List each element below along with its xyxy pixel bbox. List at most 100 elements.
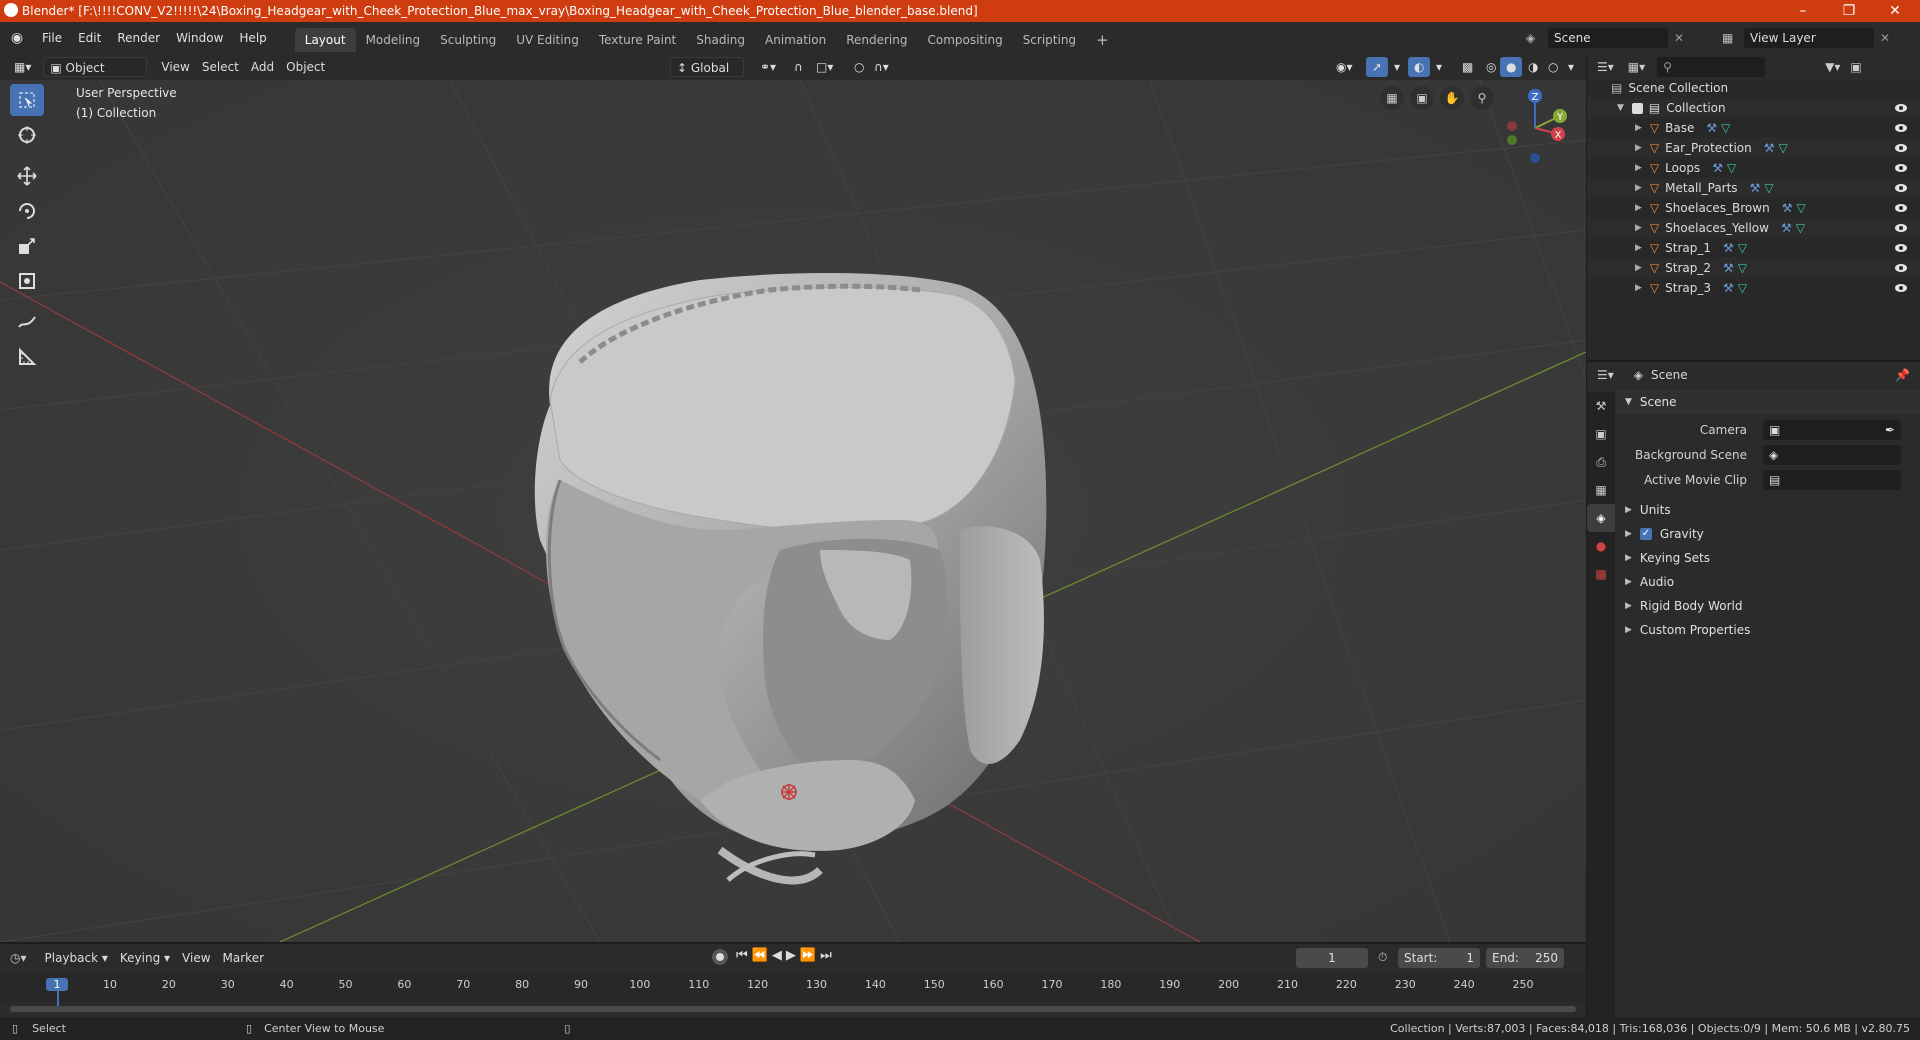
- eye-icon[interactable]: [1894, 163, 1908, 173]
- add-menu[interactable]: Add: [245, 57, 280, 77]
- camera-view-icon[interactable]: ▣: [1410, 86, 1434, 110]
- mesh-data-icon[interactable]: ▽: [1796, 201, 1805, 215]
- outliner-object-row[interactable]: ▶ ▽ Strap_2 ⚒ ▽: [1587, 258, 1920, 278]
- timeline-scrollbar[interactable]: [10, 1006, 1576, 1012]
- eye-icon[interactable]: [1894, 283, 1908, 293]
- mesh-data-icon[interactable]: ▽: [1738, 261, 1747, 275]
- playback-menu[interactable]: Playback ▾: [39, 948, 114, 968]
- overlay-toggle-icon[interactable]: ◐: [1408, 57, 1431, 77]
- properties-panel-custom-properties[interactable]: ▶ Custom Properties: [1615, 618, 1920, 642]
- snap-icon[interactable]: ∩: [788, 57, 809, 77]
- close-button[interactable]: ✕: [1872, 0, 1918, 22]
- select-menu[interactable]: Select: [196, 57, 245, 77]
- modifier-wrench-icon[interactable]: ⚒: [1781, 221, 1792, 235]
- start-frame-field[interactable]: Start: 1: [1398, 948, 1480, 968]
- mesh-data-icon[interactable]: ▽: [1721, 121, 1730, 135]
- keying-menu[interactable]: Keying ▾: [114, 948, 176, 968]
- properties-panel-units[interactable]: ▶ Units: [1615, 498, 1920, 522]
- close-view-layer-icon[interactable]: ✕: [1880, 31, 1890, 45]
- visibility-icon[interactable]: ◉▾: [1330, 57, 1359, 77]
- camera-field[interactable]: ▣ ✒: [1763, 420, 1901, 440]
- tool-tab[interactable]: ⚒: [1587, 392, 1615, 420]
- tab-rendering[interactable]: Rendering: [836, 28, 917, 52]
- add-workspace-icon[interactable]: +: [1086, 28, 1119, 52]
- tab-modeling[interactable]: Modeling: [356, 28, 431, 52]
- view-layer-field[interactable]: View Layer: [1744, 28, 1874, 48]
- render-tab[interactable]: ▣: [1587, 420, 1615, 448]
- gizmo-toggle-icon[interactable]: ➚: [1366, 57, 1389, 77]
- editor-type-icon[interactable]: ▦▾: [8, 57, 37, 77]
- modifier-wrench-icon[interactable]: ⚒: [1782, 201, 1793, 215]
- scene-section-header[interactable]: ▼ Scene: [1615, 390, 1920, 414]
- tab-sculpting[interactable]: Sculpting: [430, 28, 506, 52]
- orientation-gizmo[interactable]: Z Y X: [1500, 88, 1570, 168]
- eye-icon[interactable]: [1894, 183, 1908, 193]
- expand-arrow-icon[interactable]: ▼: [1617, 103, 1624, 113]
- collection-checkbox[interactable]: [1631, 102, 1643, 114]
- menu-file[interactable]: File: [34, 22, 70, 54]
- close-scene-icon[interactable]: ✕: [1674, 31, 1684, 45]
- expand-arrow-icon[interactable]: ▶: [1635, 243, 1642, 253]
- modifier-wrench-icon[interactable]: ⚒: [1706, 121, 1717, 135]
- modifier-wrench-icon[interactable]: ⚒: [1750, 181, 1761, 195]
- move-tool[interactable]: [10, 160, 44, 192]
- properties-panel-rigid-body-world[interactable]: ▶ Rigid Body World: [1615, 594, 1920, 618]
- timeline-view-menu[interactable]: View: [176, 948, 216, 968]
- annotate-tool[interactable]: [10, 306, 44, 338]
- gravity-checkbox[interactable]: ✓: [1639, 528, 1652, 540]
- minimize-button[interactable]: –: [1780, 0, 1826, 22]
- falloff-icon[interactable]: ∩▾: [868, 57, 895, 77]
- frame-ruler[interactable]: 1 10 20 30 40 50 60 70 80 90 100 110 120 130 140 150 160…: [0, 972, 1586, 1006]
- movie-clip-field[interactable]: ▤: [1763, 470, 1901, 490]
- tab-shading[interactable]: Shading: [686, 28, 755, 52]
- mesh-data-icon[interactable]: ▽: [1727, 161, 1736, 175]
- tab-texture-paint[interactable]: Texture Paint: [589, 28, 686, 52]
- outliner-object-row[interactable]: ▶ ▽ Metall_Parts ⚒ ▽: [1587, 178, 1920, 198]
- transform-tool[interactable]: [10, 265, 44, 297]
- outliner-object-row[interactable]: ▶ ▽ Loops ⚒ ▽: [1587, 158, 1920, 178]
- mesh-data-icon[interactable]: ▽: [1779, 141, 1788, 155]
- grid-view-icon[interactable]: ▦: [1380, 86, 1404, 110]
- properties-panel-gravity[interactable]: ▶ ✓ Gravity: [1615, 522, 1920, 546]
- expand-arrow-icon[interactable]: ▶: [1635, 143, 1642, 153]
- scene-selector[interactable]: ◈ Scene ✕: [1526, 27, 1702, 49]
- modifier-wrench-icon[interactable]: ⚒: [1764, 141, 1775, 155]
- display-mode-icon[interactable]: ▦▾: [1628, 60, 1645, 74]
- zoom-icon[interactable]: ⚲: [1470, 86, 1494, 110]
- tab-scripting[interactable]: Scripting: [1013, 28, 1086, 52]
- gizmo-dropdown-icon[interactable]: ▾: [1388, 57, 1406, 77]
- hand-pan-icon[interactable]: ✋: [1440, 86, 1464, 110]
- measure-tool[interactable]: [10, 341, 44, 373]
- view-layer-selector[interactable]: ▦ View Layer ✕: [1722, 27, 1912, 49]
- shading-dropdown-icon[interactable]: ▾: [1562, 57, 1580, 77]
- new-collection-icon[interactable]: ▣: [1850, 60, 1861, 74]
- record-icon[interactable]: [712, 949, 728, 965]
- blender-menu-icon[interactable]: ◉: [0, 30, 34, 46]
- outliner-object-row[interactable]: ▶ ▽ Shoelaces_Brown ⚒ ▽: [1587, 198, 1920, 218]
- playback-controls[interactable]: ⏮⏪◀▶⏩⏭: [736, 948, 836, 963]
- menu-window[interactable]: Window: [168, 22, 231, 54]
- expand-arrow-icon[interactable]: ▶: [1635, 123, 1642, 133]
- scene-tab[interactable]: ◈: [1587, 504, 1615, 532]
- texture-tab[interactable]: ▩: [1587, 560, 1615, 588]
- mode-dropdown[interactable]: ▣ Object Mode ▾: [43, 57, 148, 95]
- current-frame-field[interactable]: 1: [1296, 948, 1368, 968]
- menu-help[interactable]: Help: [231, 22, 274, 54]
- modifier-wrench-icon[interactable]: ⚒: [1723, 241, 1734, 255]
- outliner-object-row[interactable]: ▶ ▽ Strap_3 ⚒ ▽: [1587, 278, 1920, 298]
- output-tab[interactable]: ⎙: [1587, 448, 1615, 476]
- outliner-object-row[interactable]: ▶ ▽ Shoelaces_Yellow ⚒ ▽: [1587, 218, 1920, 238]
- pin-icon[interactable]: 📌: [1895, 368, 1910, 382]
- expand-arrow-icon[interactable]: ▶: [1635, 263, 1642, 273]
- eye-icon[interactable]: [1894, 243, 1908, 253]
- tab-layout[interactable]: Layout: [294, 28, 356, 52]
- stopwatch-icon[interactable]: ⏱: [1378, 950, 1387, 965]
- eye-icon[interactable]: [1894, 203, 1908, 213]
- orientation-dropdown[interactable]: ↕ Global ▾: [670, 57, 744, 95]
- eye-icon[interactable]: [1894, 123, 1908, 133]
- menu-edit[interactable]: Edit: [70, 22, 109, 54]
- rotate-tool[interactable]: [10, 195, 44, 227]
- world-tab[interactable]: ●: [1587, 532, 1615, 560]
- end-frame-field[interactable]: End: 250: [1486, 948, 1564, 968]
- scale-tool[interactable]: [10, 230, 44, 262]
